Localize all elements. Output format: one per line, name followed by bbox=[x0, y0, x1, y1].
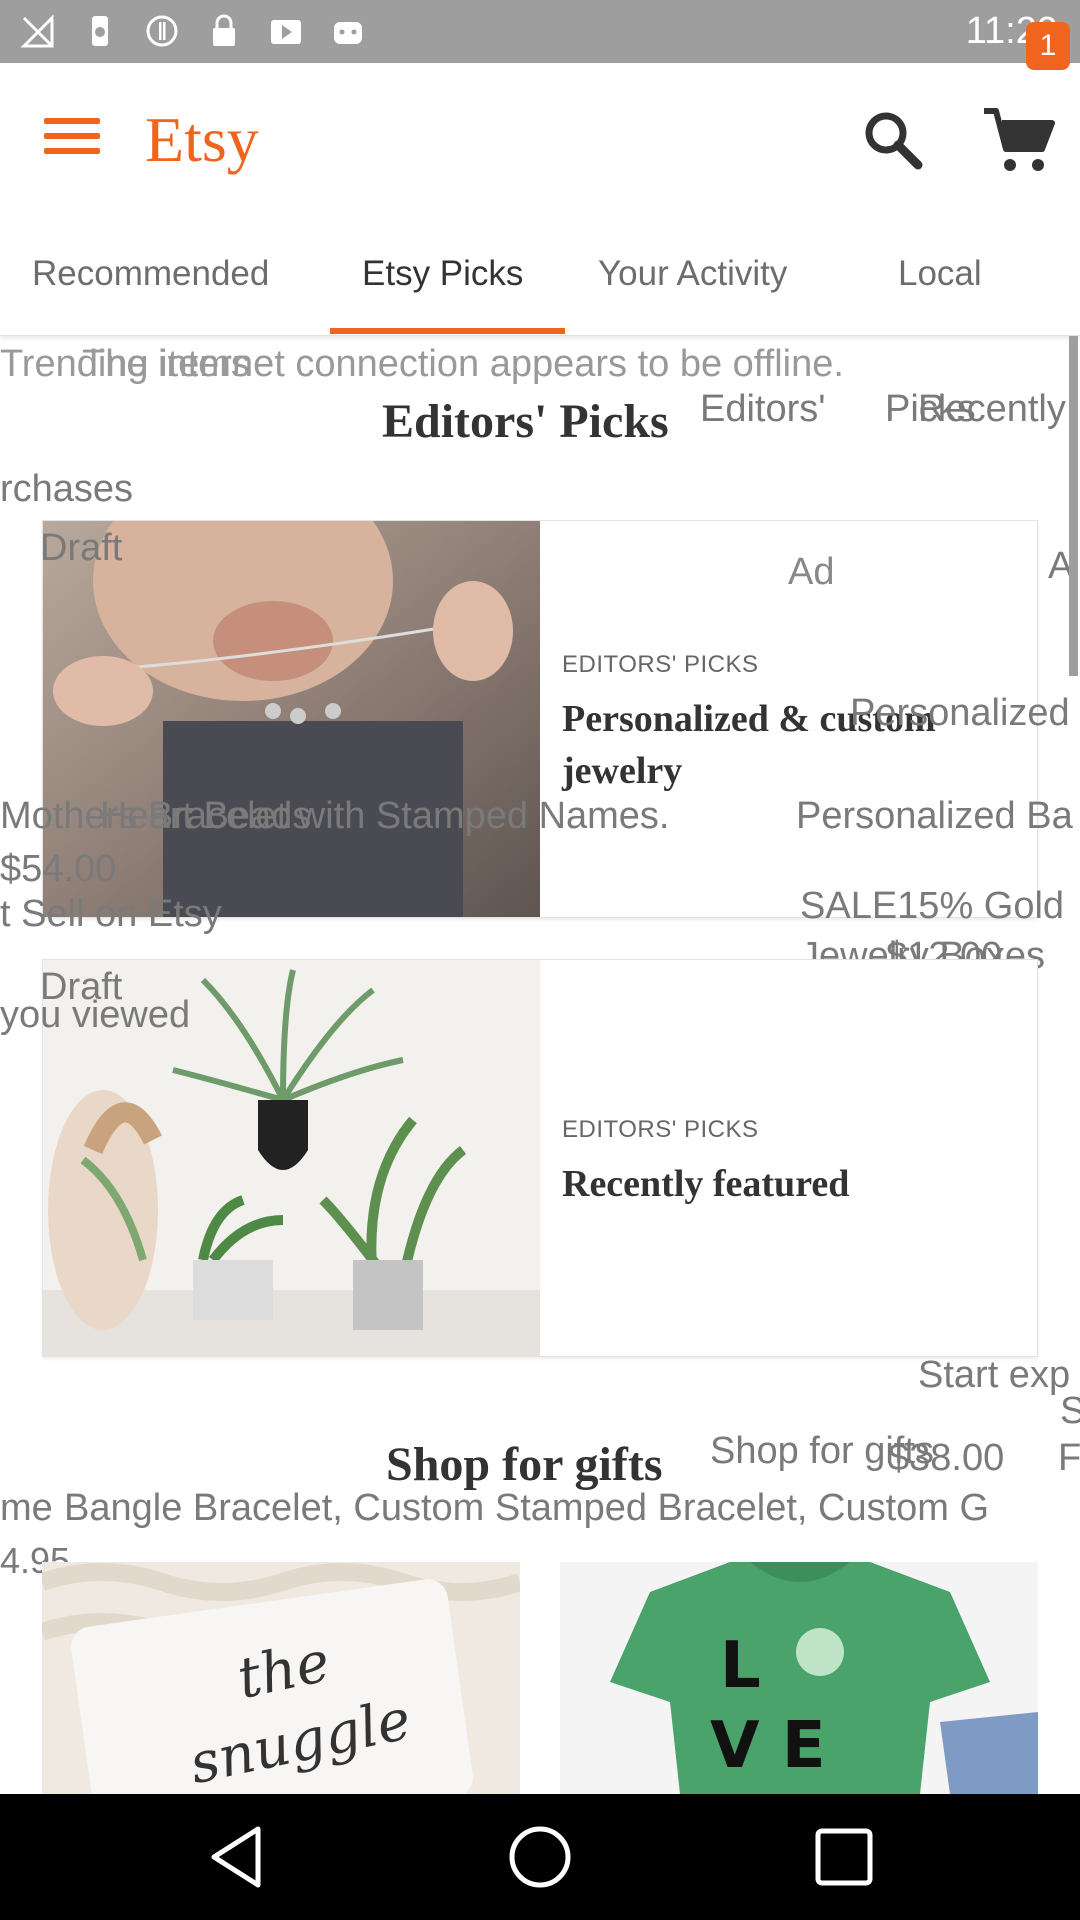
ghost-start-exp: Start exp bbox=[918, 1354, 1071, 1396]
home-icon[interactable] bbox=[502, 1819, 578, 1895]
media-icon bbox=[271, 20, 301, 44]
svg-text:L: L bbox=[720, 1629, 761, 1703]
ghost-price-3: $38.00 bbox=[888, 1437, 1005, 1479]
jewelry-image bbox=[43, 521, 540, 917]
ghost-sale: SALE15% Gold bbox=[800, 885, 1065, 927]
menu-icon bbox=[44, 118, 100, 124]
ghost-personalized: Personalized bbox=[850, 692, 1070, 734]
tab-local[interactable]: Local bbox=[898, 254, 982, 294]
etsy-logo[interactable]: Etsy bbox=[145, 103, 259, 177]
editors-pick-card-recently-featured[interactable]: EDITORS' PICKS Recently featured bbox=[42, 959, 1038, 1357]
ghost-draft-1: Draft bbox=[40, 527, 123, 569]
card-eyebrow: EDITORS' PICKS bbox=[562, 1116, 759, 1143]
cart-count-badge: 1 bbox=[1026, 22, 1070, 70]
tab-etsy-picks[interactable]: Etsy Picks bbox=[362, 254, 523, 294]
ghost-recently: Recently bbox=[918, 388, 1066, 430]
tab-your-activity[interactable]: Your Activity bbox=[598, 254, 787, 294]
shop-for-gifts-title: Shop for gifts bbox=[386, 1438, 663, 1491]
ghost-personalized-b: Personalized Ba bbox=[796, 795, 1073, 837]
app-bar: Etsy bbox=[0, 63, 1080, 208]
menu-button[interactable] bbox=[44, 118, 100, 162]
ghost-purchases: rchases bbox=[0, 468, 134, 510]
editors-picks-title: Editors' Picks bbox=[382, 395, 669, 448]
tab-recommended[interactable]: Recommended bbox=[32, 254, 269, 294]
scrollbar[interactable] bbox=[1069, 336, 1078, 676]
svg-text:V E: V E bbox=[710, 1709, 826, 1783]
gift-tile-shirt[interactable]: L V E bbox=[560, 1562, 1038, 1794]
cart-icon[interactable] bbox=[982, 103, 1058, 177]
system-nav-bar bbox=[0, 1794, 1080, 1920]
status-icons bbox=[20, 12, 366, 50]
status-bar: 11:29 bbox=[0, 0, 1080, 63]
ghost-f: F bbox=[1058, 1437, 1080, 1479]
ghost-bangle: Bangle Bracelet, Custom Stamped Bracelet… bbox=[64, 1487, 990, 1529]
ghost-you-viewed: you viewed bbox=[0, 994, 191, 1036]
android-icon bbox=[334, 22, 362, 44]
back-icon[interactable] bbox=[200, 1819, 276, 1895]
recents-icon[interactable] bbox=[806, 1819, 882, 1895]
search-icon[interactable] bbox=[858, 105, 928, 175]
card-eyebrow: EDITORS' PICKS bbox=[562, 651, 759, 678]
ghost-heart-beads: Heart Beads bbox=[100, 795, 312, 837]
gift-tile-pillow[interactable]: the snuggle bbox=[42, 1562, 520, 1794]
ghost-s: S bbox=[1060, 1390, 1080, 1432]
tab-bar: Recommended Etsy Picks Your Activity Loc… bbox=[0, 208, 1080, 336]
active-tab-indicator bbox=[330, 328, 565, 334]
cast-icon bbox=[146, 15, 178, 47]
ghost-price-1: $54.00 bbox=[0, 848, 117, 890]
battery-icon bbox=[92, 16, 108, 46]
offline-message: The internet connection appears to be of… bbox=[82, 343, 844, 385]
no-signal-icon bbox=[20, 14, 54, 48]
ghost-sell-on-etsy: t Sell on Etsy bbox=[0, 893, 222, 935]
lock-icon bbox=[213, 14, 235, 46]
ad-label: Ad bbox=[788, 551, 835, 593]
card-title: Recently featured bbox=[562, 1163, 850, 1205]
ghost-editors: Editors' bbox=[700, 388, 826, 430]
ghost-me: me bbox=[0, 1487, 53, 1529]
